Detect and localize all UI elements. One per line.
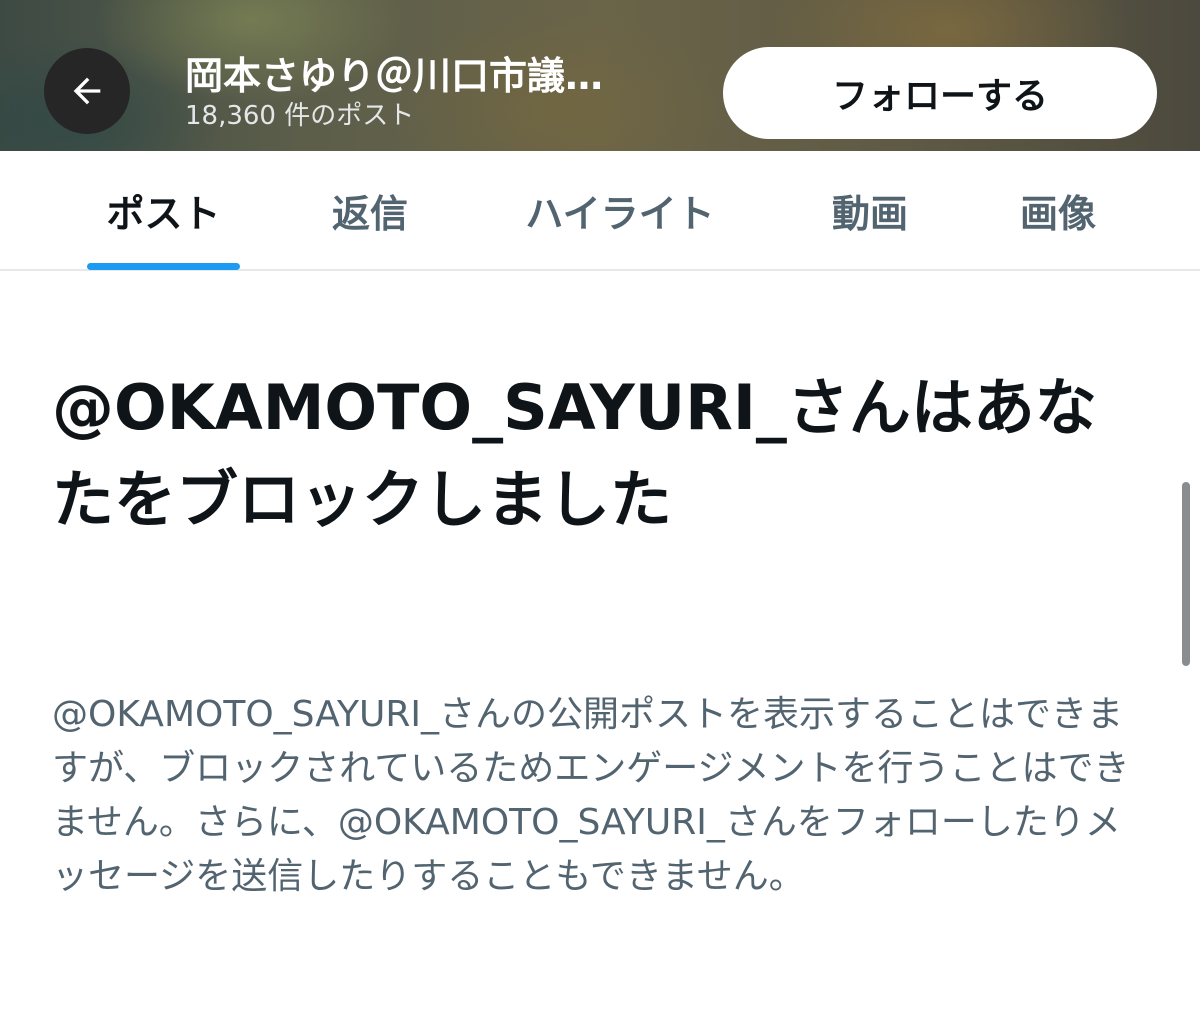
- active-tab-indicator: [87, 263, 240, 270]
- blocked-description: @OKAMOTO_SAYURI_さんの公開ポストを表示することはできますが、ブロ…: [52, 694, 1130, 897]
- blocked-headline: @OKAMOTO_SAYURI_さんはあなたをブロックしました: [52, 371, 1097, 536]
- tab-posts[interactable]: ポスト: [87, 151, 240, 269]
- scrollbar[interactable]: [1182, 482, 1190, 666]
- back-button[interactable]: [44, 48, 130, 134]
- follow-button[interactable]: フォローする: [723, 47, 1157, 139]
- tab-replies[interactable]: 返信: [300, 151, 440, 269]
- tab-images[interactable]: 画像: [988, 151, 1128, 269]
- header-title: 岡本さゆり＠川口市議… 18,360 件のポスト: [185, 54, 695, 132]
- tab-highlights[interactable]: ハイライト: [500, 151, 740, 269]
- arrow-left-icon: [73, 77, 101, 105]
- profile-tabs: ポスト 返信 ハイライト 動画 画像: [0, 151, 1200, 271]
- profile-name: 岡本さゆり＠川口市議…: [185, 54, 604, 98]
- tab-videos[interactable]: 動画: [800, 151, 940, 269]
- profile-header: 岡本さゆり＠川口市議… 18,360 件のポスト フォローする: [0, 0, 1200, 151]
- post-count: 18,360 件のポスト: [185, 101, 415, 131]
